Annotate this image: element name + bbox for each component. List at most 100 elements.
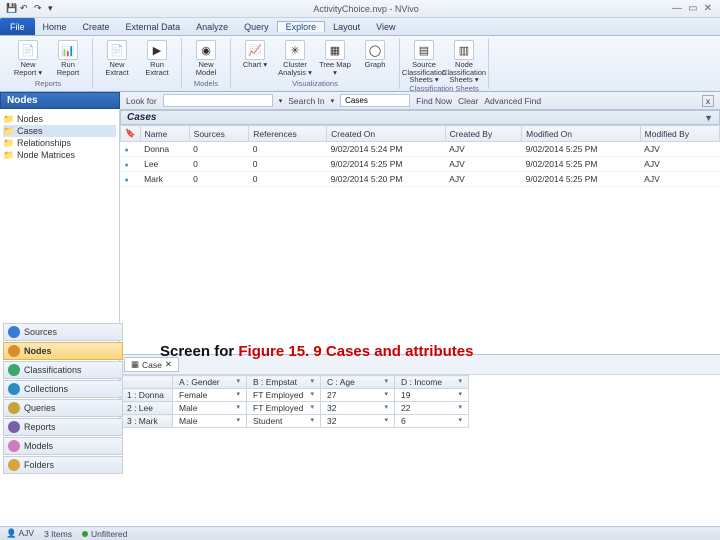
nav-group-item[interactable]: Nodes <box>3 342 123 360</box>
ribbon-button-icon: ▦ <box>325 40 345 60</box>
attr-cell[interactable]: Male▾ <box>173 402 247 415</box>
search-in-input[interactable] <box>340 94 410 107</box>
ribbon-button[interactable]: ◯Graph <box>357 40 393 76</box>
tab-explore[interactable]: Explore <box>277 21 326 32</box>
attr-cell[interactable]: 32▾ <box>321 402 395 415</box>
ribbon-button[interactable]: 📄New Extract <box>99 40 135 76</box>
nav-group-item[interactable]: Models <box>3 437 123 455</box>
minimize-icon[interactable]: — <box>672 3 682 14</box>
nav-group-label: Collections <box>24 384 68 394</box>
table-row[interactable]: Mark009/02/2014 5:20 PMAJV9/02/2014 5:25… <box>121 172 720 187</box>
nav-tree-item[interactable]: Nodes <box>3 113 116 125</box>
clear-button[interactable]: Clear <box>458 96 478 106</box>
attr-cell[interactable]: Student▾ <box>247 415 321 428</box>
ribbon-button[interactable]: ✳Cluster Analysis ▾ <box>277 40 313 76</box>
ribbon: 📄New Report ▾📊Run Report Reports 📄New Extr… <box>0 36 720 92</box>
tab-query[interactable]: Query <box>236 22 277 32</box>
nav-group-icon <box>8 402 20 414</box>
attr-cell[interactable]: 27▾ <box>321 389 395 402</box>
ribbon-button[interactable]: 📊Run Report <box>50 40 86 76</box>
col-icon[interactable]: 🔖 <box>121 126 141 142</box>
tab-layout[interactable]: Layout <box>325 22 368 32</box>
col-header[interactable]: Modified On <box>522 126 641 142</box>
nav-group-icon <box>8 459 20 471</box>
cases-panel-title: Cases <box>127 112 156 123</box>
attr-col-header[interactable]: A : Gender▾ <box>173 376 247 389</box>
qat-dropdown-icon[interactable]: ▾ <box>48 3 60 15</box>
close-icon[interactable]: ✕ <box>704 3 712 14</box>
attr-cell[interactable]: Male▾ <box>173 415 247 428</box>
attr-col-header[interactable]: B : Empstat▾ <box>247 376 321 389</box>
advanced-find-button[interactable]: Advanced Find <box>484 96 541 106</box>
attr-row[interactable]: 3 : MarkMale▾Student▾32▾6▾ <box>121 415 469 428</box>
ribbon-button-label: Run Extract <box>139 61 175 76</box>
table-cell: Lee <box>140 157 189 172</box>
ribbon-button[interactable]: ▥Node Classification Sheets ▾ <box>446 40 482 84</box>
attr-cell[interactable]: 19▾ <box>395 389 469 402</box>
col-header[interactable]: Created On <box>327 126 446 142</box>
table-cell: Donna <box>140 142 189 157</box>
attr-cell[interactable]: FT Employed▾ <box>247 389 321 402</box>
find-now-button[interactable]: Find Now <box>416 96 452 106</box>
status-bar: 👤 AJV 3 Items Unfiltered <box>0 526 720 540</box>
attr-cell[interactable]: FT Employed▾ <box>247 402 321 415</box>
ribbon-group: 📈Chart ▾✳Cluster Analysis ▾▦Tree Map ▾◯G… <box>231 38 400 89</box>
col-header[interactable]: Modified By <box>640 126 719 142</box>
close-tab-icon[interactable]: ✕ <box>165 359 172 370</box>
ribbon-button[interactable]: 📄New Report ▾ <box>10 40 46 76</box>
ribbon-button-icon: ◉ <box>196 40 216 60</box>
col-header[interactable]: References <box>249 126 327 142</box>
nav-group-item[interactable]: Collections <box>3 380 123 398</box>
nav-tree-item[interactable]: Relationships <box>3 137 116 149</box>
look-for-input[interactable] <box>163 94 273 107</box>
save-icon[interactable]: 💾 <box>6 3 18 15</box>
caption-prefix: Screen for <box>160 343 238 360</box>
nav-group-item[interactable]: Classifications <box>3 361 123 379</box>
ribbon-group-label: Reports <box>10 79 86 89</box>
nav-group-item[interactable]: Sources <box>3 323 123 341</box>
attr-cell[interactable]: 32▾ <box>321 415 395 428</box>
attr-row[interactable]: 2 : LeeMale▾FT Employed▾32▾22▾ <box>121 402 469 415</box>
ribbon-button-label: Run Report <box>50 61 86 76</box>
ribbon-button[interactable]: ▤Source Classification Sheets ▾ <box>406 40 442 84</box>
table-row[interactable]: Lee009/02/2014 5:25 PMAJV9/02/2014 5:25 … <box>121 157 720 172</box>
close-find-icon[interactable]: x <box>702 95 714 107</box>
tab-analyze[interactable]: Analyze <box>188 22 236 32</box>
panel-expand-icon[interactable]: ▼ <box>704 113 713 123</box>
tab-view[interactable]: View <box>368 22 403 32</box>
ribbon-button[interactable]: ▶Run Extract <box>139 40 175 76</box>
undo-icon[interactable]: ↶ <box>20 3 32 15</box>
redo-icon[interactable]: ↷ <box>34 3 46 15</box>
attr-cell[interactable]: 6▾ <box>395 415 469 428</box>
table-cell: 9/02/2014 5:25 PM <box>522 142 641 157</box>
attr-col-header[interactable]: C : Age▾ <box>321 376 395 389</box>
tab-file[interactable]: File <box>0 18 35 35</box>
ribbon-group: ◉New Model Models <box>182 38 231 89</box>
attr-col-header[interactable] <box>121 376 173 389</box>
attr-row[interactable]: 1 : DonnaFemale▾FT Employed▾27▾19▾ <box>121 389 469 402</box>
tab-home[interactable]: Home <box>35 22 75 32</box>
col-header[interactable]: Created By <box>445 126 521 142</box>
nav-group-item[interactable]: Queries <box>3 399 123 417</box>
col-header[interactable]: Sources <box>189 126 249 142</box>
nav-tree-item[interactable]: Cases <box>3 125 116 137</box>
attr-cell[interactable]: 22▾ <box>395 402 469 415</box>
attr-cell[interactable]: Female▾ <box>173 389 247 402</box>
attr-col-header[interactable]: D : Income▾ <box>395 376 469 389</box>
ribbon-group-label: Models <box>188 79 224 89</box>
tab-create[interactable]: Create <box>75 22 118 32</box>
ribbon-button[interactable]: 📈Chart ▾ <box>237 40 273 76</box>
case-tab-icon: ▦ <box>131 359 139 370</box>
ribbon-button-label: New Model <box>188 61 224 76</box>
col-header[interactable]: Name <box>140 126 189 142</box>
nav-tree-item[interactable]: Node Matrices <box>3 149 116 161</box>
ribbon-button[interactable]: ◉New Model <box>188 40 224 76</box>
ribbon-button-icon: ▶ <box>147 40 167 60</box>
ribbon-button[interactable]: ▦Tree Map ▾ <box>317 40 353 76</box>
table-row[interactable]: Donna009/02/2014 5:24 PMAJV9/02/2014 5:2… <box>121 142 720 157</box>
nav-group-label: Sources <box>24 327 57 337</box>
tab-external-data[interactable]: External Data <box>118 22 189 32</box>
nav-group-item[interactable]: Folders <box>3 456 123 474</box>
maximize-icon[interactable]: ▭ <box>688 3 697 14</box>
nav-group-item[interactable]: Reports <box>3 418 123 436</box>
